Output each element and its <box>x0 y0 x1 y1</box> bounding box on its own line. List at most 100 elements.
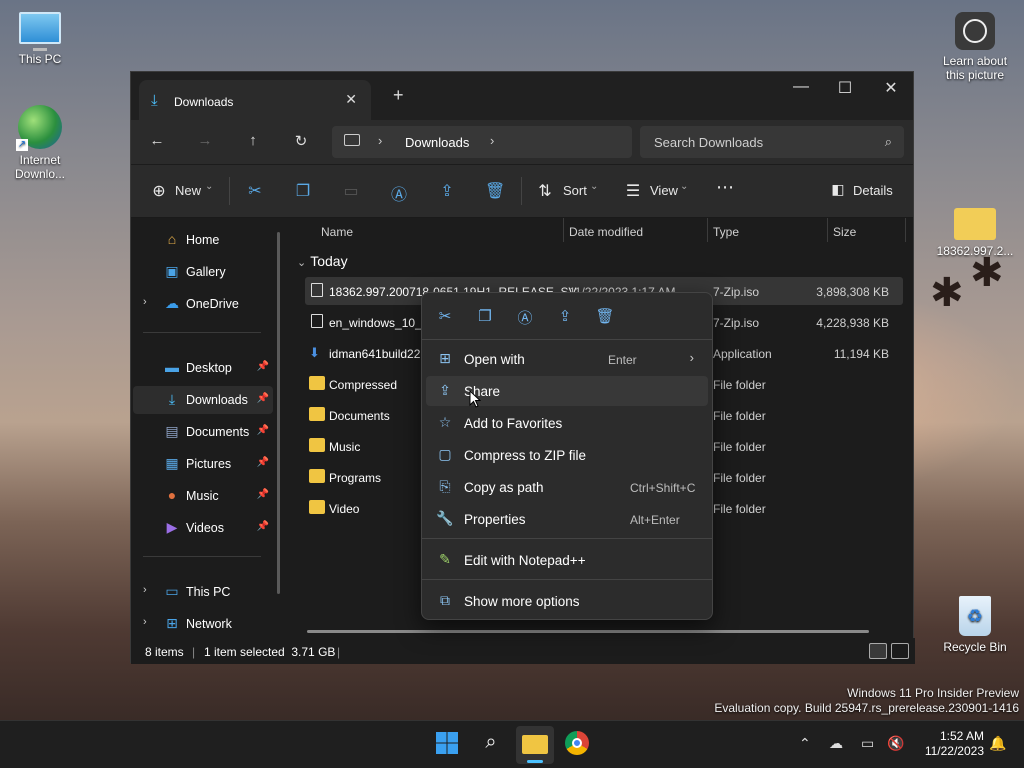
sort-icon: ⇅ <box>538 183 552 200</box>
desktop-icon-this-pc[interactable]: This PC <box>0 12 80 66</box>
start-button[interactable] <box>433 731 461 759</box>
copy-icon[interactable]: ❐ <box>474 307 496 325</box>
group-header-today[interactable]: ⌄ Today <box>297 253 348 269</box>
more-options-icon[interactable]: ⋯ <box>715 177 735 198</box>
onedrive-offline-icon[interactable]: ☁ <box>829 735 843 752</box>
paste-icon[interactable]: ▭ <box>341 181 361 201</box>
menu-item-show-more-options[interactable]: ⧉ Show more options <box>426 586 708 616</box>
address-bar[interactable]: › Downloads › <box>332 126 632 158</box>
delete-icon[interactable]: 🗑 <box>594 307 616 325</box>
desktop-icon-label: this picture <box>945 68 1005 82</box>
share-icon[interactable]: ⇪ <box>437 181 457 201</box>
chevron-right-icon[interactable]: › <box>143 616 147 628</box>
tab-downloads[interactable]: ⤓ Downloads ✕ <box>139 80 371 120</box>
tiles-view-icon[interactable] <box>891 643 909 659</box>
sidebar-item-desktop[interactable]: ▬ Desktop 📌 <box>133 354 273 382</box>
chevron-right-icon[interactable]: › <box>490 133 494 148</box>
menu-item-compress-zip[interactable]: ▢ Compress to ZIP file <box>426 440 708 470</box>
chevron-right-icon[interactable]: › <box>143 584 147 596</box>
file-type: 7-Zip.iso <box>713 285 760 299</box>
column-header-date[interactable]: Date modified <box>569 225 643 239</box>
details-button[interactable]: Details <box>853 183 893 198</box>
minimize-icon[interactable]: — <box>789 78 813 96</box>
rename-icon[interactable]: Ⓐ <box>514 307 536 328</box>
tab-title: Downloads <box>174 95 234 109</box>
chevron-right-icon[interactable]: › <box>378 133 382 148</box>
volume-muted-icon[interactable]: 🔇 <box>887 735 904 752</box>
desktop-icon-iso-file[interactable]: 18362.997.2... <box>935 208 1015 258</box>
column-header-size[interactable]: Size <box>833 225 856 239</box>
pin-icon[interactable]: 📌 <box>257 393 269 404</box>
search-icon[interactable]: ⌕ <box>477 731 505 759</box>
forward-arrow-icon[interactable]: → <box>193 132 217 149</box>
group-label: Today <box>310 253 348 269</box>
wrench-icon: 🔧 <box>436 510 454 526</box>
up-arrow-icon[interactable]: ↑ <box>241 132 265 149</box>
divider <box>229 177 230 205</box>
chevron-up-icon[interactable]: ⌃ <box>799 735 811 752</box>
divider <box>143 332 261 333</box>
rename-icon[interactable]: Ⓐ <box>389 181 409 205</box>
recycle-bin-icon: ♻ <box>959 596 991 636</box>
pin-icon[interactable]: 📌 <box>257 361 269 372</box>
sort-button[interactable]: Sort <box>563 183 587 198</box>
sidebar-item-home[interactable]: ⌂ Home <box>133 226 273 254</box>
pin-icon[interactable]: 📌 <box>257 425 269 436</box>
monitor-icon: ▭ <box>165 583 179 599</box>
cut-icon[interactable]: ✂ <box>434 307 456 325</box>
sidebar-item-this-pc[interactable]: › ▭ This PC <box>133 578 273 606</box>
desktop-icon-learn-about-picture[interactable]: Learn about this picture <box>935 12 1015 82</box>
clock[interactable]: 1:52 AM 11/22/2023 <box>912 729 984 759</box>
vertical-scrollbar[interactable] <box>277 232 280 594</box>
menu-item-open-with[interactable]: ⊞ Open with Enter › <box>426 344 708 374</box>
menu-item-copy-as-path[interactable]: ⎘ Copy as path Ctrl+Shift+C <box>426 472 708 502</box>
column-header-type[interactable]: Type <box>713 225 739 239</box>
sidebar-item-pictures[interactable]: ▦ Pictures 📌 <box>133 450 273 478</box>
breadcrumb-downloads[interactable]: Downloads <box>405 135 469 150</box>
folder-icon <box>309 500 325 514</box>
new-button[interactable]: New <box>175 183 201 198</box>
menu-item-shortcut: Enter <box>608 353 637 367</box>
share-icon[interactable]: ⇪ <box>554 307 576 325</box>
close-window-icon[interactable]: ✕ <box>879 78 903 98</box>
sidebar-item-onedrive[interactable]: › ☁ OneDrive <box>133 290 273 318</box>
sidebar-item-downloads[interactable]: ⤓ Downloads 📌 <box>133 386 273 414</box>
copy-icon[interactable]: ❐ <box>293 181 313 201</box>
sidebar-item-label: Downloads <box>186 393 248 407</box>
cut-icon[interactable]: ✂ <box>245 181 265 201</box>
taskbar-chrome[interactable] <box>565 731 593 759</box>
desktop-icon-recycle-bin[interactable]: ♻ Recycle Bin <box>935 596 1015 654</box>
column-header-name[interactable]: Name <box>321 225 353 239</box>
sidebar-item-music[interactable]: ● Music 📌 <box>133 482 273 510</box>
pin-icon[interactable]: 📌 <box>257 457 269 468</box>
delete-icon[interactable]: 🗑 <box>485 181 505 201</box>
close-tab-icon[interactable]: ✕ <box>345 91 357 108</box>
sidebar-item-gallery[interactable]: ▣ Gallery <box>133 258 273 286</box>
notification-bell-icon[interactable]: 🔔 <box>989 735 1006 752</box>
details-view-icon[interactable] <box>869 643 887 659</box>
maximize-icon[interactable]: ☐ <box>833 78 857 98</box>
menu-item-edit-notepad-plus-plus[interactable]: ✎ Edit with Notepad++ <box>426 545 708 575</box>
network-icon[interactable]: ▭ <box>861 735 874 752</box>
sidebar-item-documents[interactable]: ▤ Documents 📌 <box>133 418 273 446</box>
pin-icon[interactable]: 📌 <box>257 489 269 500</box>
sidebar-item-network[interactable]: › ⊞ Network <box>133 610 273 638</box>
back-arrow-icon[interactable]: ← <box>145 132 169 149</box>
application-icon: ⬇ <box>309 345 320 360</box>
refresh-icon[interactable]: ↻ <box>289 132 313 150</box>
menu-item-add-to-favorites[interactable]: ☆ Add to Favorites <box>426 408 708 438</box>
chevron-right-icon[interactable]: › <box>143 296 147 308</box>
view-button[interactable]: View <box>650 183 678 198</box>
sidebar-item-videos[interactable]: ▶ Videos 📌 <box>133 514 273 542</box>
search-input[interactable]: Search Downloads ⌕ <box>640 126 904 158</box>
desktop-icon-internet-download-manager[interactable]: ↗ Internet Downlo... <box>0 105 80 181</box>
horizontal-scrollbar[interactable] <box>307 630 869 633</box>
file-type: File folder <box>713 471 766 485</box>
file-type: File folder <box>713 378 766 392</box>
menu-item-label: Edit with Notepad++ <box>464 553 586 568</box>
menu-item-properties[interactable]: 🔧 Properties Alt+Enter <box>426 504 708 534</box>
chevron-down-icon: ⌄ <box>590 181 599 192</box>
taskbar-file-explorer[interactable] <box>516 726 554 764</box>
pin-icon[interactable]: 📌 <box>257 521 269 532</box>
new-tab-icon[interactable]: + <box>393 85 404 106</box>
